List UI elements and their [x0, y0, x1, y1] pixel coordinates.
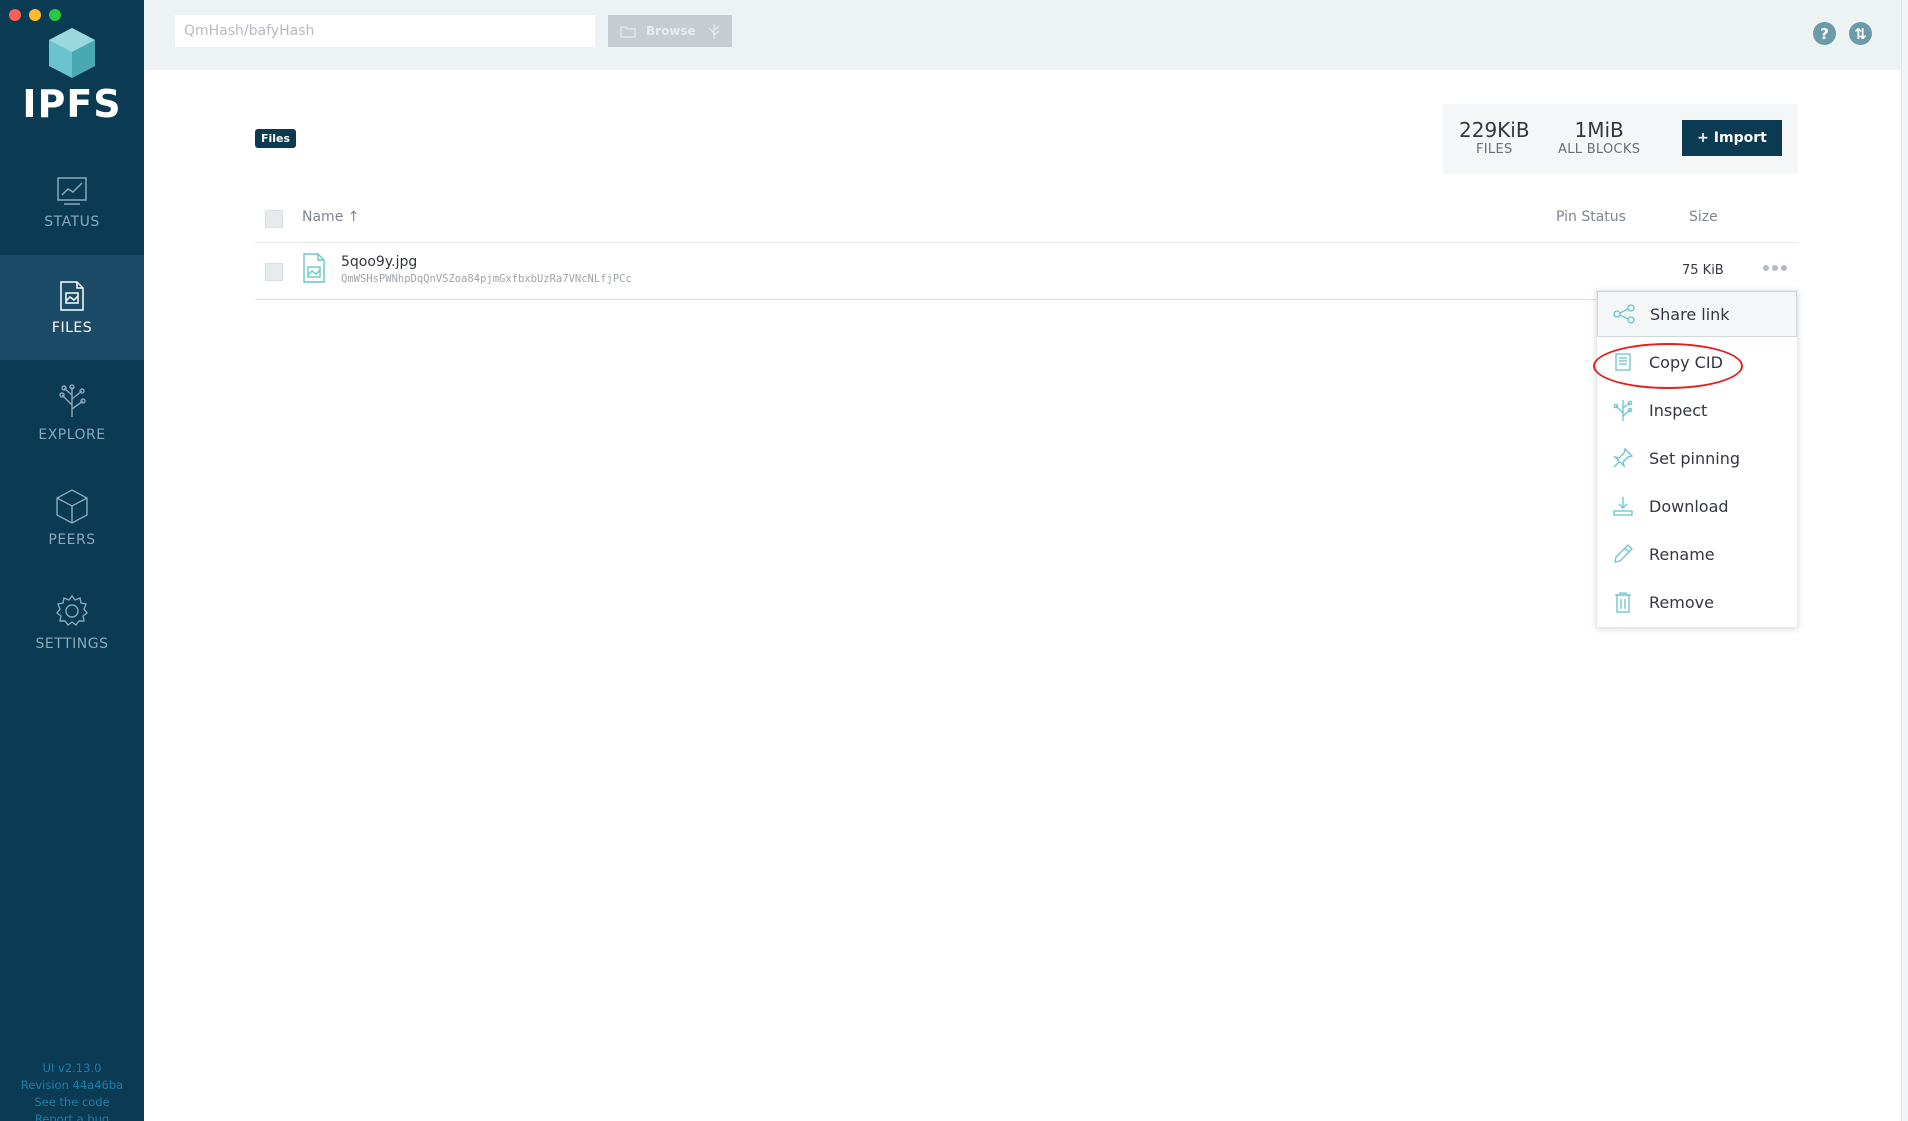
menu-item-label: Inspect	[1649, 400, 1708, 420]
sidebar-item-explore[interactable]: EXPLORE	[0, 360, 144, 465]
folder-icon	[620, 25, 636, 38]
select-all-checkbox[interactable]	[265, 210, 283, 228]
menu-item-set-pinning[interactable]: Set pinning	[1597, 435, 1797, 481]
all-blocks-value: 1MiB	[1574, 118, 1624, 142]
sidebar-item-label: FILES	[51, 319, 93, 336]
ipfs-logo[interactable]: IPFS	[0, 26, 144, 126]
revision-link[interactable]: Revision 44a46ba	[0, 1077, 144, 1094]
files-document-icon	[60, 280, 84, 311]
file-cid: QmWSHsPWNhpDqQnVSZoa84pjmGxfbxbUzRa7VNcN…	[341, 273, 632, 285]
ui-version: UI v2.13.0	[42, 1061, 102, 1075]
browse-label: Browse	[646, 24, 696, 38]
menu-item-label: Rename	[1649, 544, 1715, 564]
ipfs-cube-logo-icon	[49, 28, 95, 78]
menu-item-copy-cid[interactable]: Copy CID	[1597, 339, 1797, 385]
top-bar: Browse ? ⇅	[144, 0, 1902, 70]
logo-text: IPFS	[22, 82, 122, 126]
menu-item-remove[interactable]: Remove	[1597, 579, 1797, 625]
status-chart-icon	[57, 176, 87, 205]
see-code-link[interactable]: See the code	[0, 1094, 144, 1111]
sidebar-item-files[interactable]: FILES	[0, 255, 144, 360]
files-size-label: FILES	[1476, 142, 1513, 157]
sidebar-footer: UI v2.13.0 Revision 44a46ba See the code…	[0, 1060, 144, 1121]
menu-item-inspect[interactable]: Inspect	[1597, 387, 1797, 433]
menu-item-rename[interactable]: Rename	[1597, 531, 1797, 577]
file-name[interactable]: 5qoo9y.jpg	[341, 254, 417, 270]
menu-item-label: Remove	[1649, 592, 1714, 612]
menu-item-label: Download	[1649, 496, 1729, 516]
import-button[interactable]: + Import	[1682, 120, 1782, 156]
more-options-icon[interactable]	[1763, 265, 1787, 271]
sidebar-item-label: SETTINGS	[35, 635, 109, 652]
explore-tree-icon[interactable]	[706, 22, 722, 40]
sidebar-item-peers[interactable]: PEERS	[0, 465, 144, 570]
menu-item-label: Copy CID	[1649, 352, 1723, 372]
menu-item-label: Share link	[1650, 304, 1730, 324]
files-table-header: Name ↑ Pin Status Size	[255, 200, 1798, 243]
table-row[interactable]: 5qoo9y.jpg QmWSHsPWNhpDqQnVSZoa84pjmGxfb…	[255, 243, 1798, 300]
file-size: 75 KiB	[1682, 263, 1724, 278]
files-size-value: 229KiB	[1459, 118, 1530, 142]
window-edge	[1901, 0, 1908, 1121]
pencil-icon	[1611, 542, 1635, 566]
row-checkbox[interactable]	[265, 263, 283, 281]
menu-item-label: Set pinning	[1649, 448, 1740, 468]
share-icon	[1612, 302, 1636, 326]
all-blocks-stat: 1MiB ALL BLOCKS	[1558, 118, 1640, 157]
hash-search-input[interactable]	[175, 15, 595, 47]
sync-icon[interactable]: ⇅	[1849, 22, 1872, 45]
download-icon	[1611, 494, 1635, 518]
sidebar-item-status[interactable]: STATUS	[0, 150, 144, 255]
image-file-icon	[303, 253, 325, 283]
sidebar-item-label: PEERS	[48, 531, 96, 548]
settings-gear-icon	[56, 594, 88, 626]
file-context-menu: Share link Copy CID Inspect Set pinning …	[1596, 290, 1798, 628]
window-controls	[9, 9, 61, 21]
all-blocks-label: ALL BLOCKS	[1558, 142, 1641, 157]
menu-item-download[interactable]: Download	[1597, 483, 1797, 529]
breadcrumb-files[interactable]: Files	[255, 129, 297, 148]
minimize-window-button[interactable]	[29, 9, 41, 21]
files-size-stat: 229KiB FILES	[1459, 118, 1530, 157]
help-icon[interactable]: ?	[1813, 22, 1836, 45]
zoom-window-button[interactable]	[49, 9, 61, 21]
browse-button[interactable]: Browse	[608, 15, 732, 47]
explore-tree-icon	[59, 383, 86, 417]
sidebar-nav: STATUS FILES EXPLORE PEERS SETTINGS	[0, 150, 144, 675]
column-name-header[interactable]: Name ↑	[302, 209, 359, 225]
column-size-header[interactable]: Size	[1689, 209, 1718, 225]
sidebar: IPFS STATUS FILES EXPLORE PEERS SETTINGS…	[0, 0, 144, 1121]
close-window-button[interactable]	[9, 9, 21, 21]
copy-icon	[1611, 350, 1635, 374]
pin-icon	[1611, 446, 1635, 470]
trash-icon	[1611, 590, 1635, 614]
menu-item-share-link[interactable]: Share link	[1597, 291, 1797, 337]
sidebar-item-label: STATUS	[44, 213, 100, 230]
repo-stats: 229KiB FILES 1MiB ALL BLOCKS + Import	[1443, 104, 1798, 174]
sidebar-item-settings[interactable]: SETTINGS	[0, 570, 144, 675]
inspect-icon	[1611, 398, 1635, 422]
sidebar-item-label: EXPLORE	[38, 426, 106, 443]
column-pin-status-header[interactable]: Pin Status	[1556, 209, 1626, 225]
peers-cube-icon	[56, 488, 88, 524]
top-right-icons: ? ⇅	[1813, 22, 1872, 45]
report-bug-link[interactable]: Report a bug	[0, 1111, 144, 1121]
